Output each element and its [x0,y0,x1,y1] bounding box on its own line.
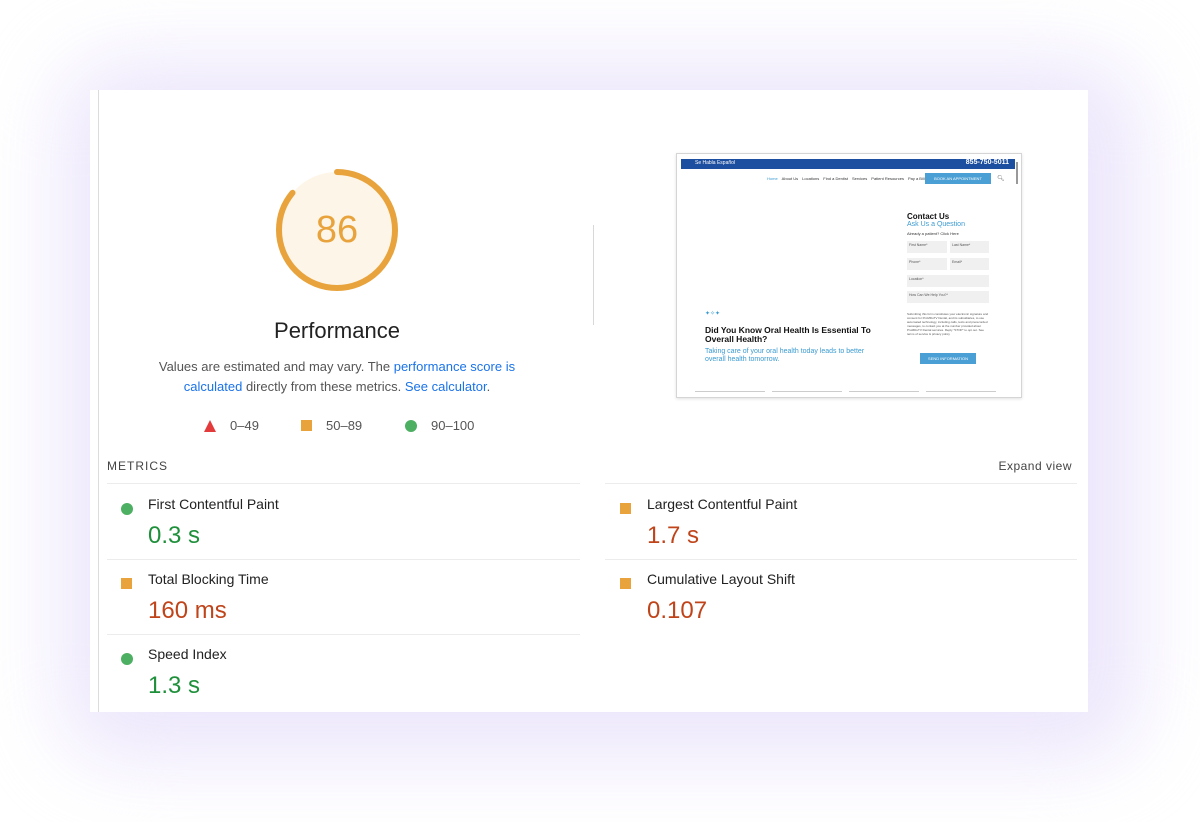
thumb-phone: 855-750-5011 [965,159,1009,166]
thumb-headline: Did You Know Oral Health Is Essential To… [705,325,871,344]
thumb-nav-item: Locations [802,176,820,181]
metric-name: Speed Index [148,646,227,662]
thumb-field: First Name* [907,241,947,253]
square-icon [620,503,631,514]
vertical-divider [593,225,594,325]
metric-value: 0.3 s [148,522,201,549]
metric-total-blocking-time: Total Blocking Time 160 ms [107,563,577,638]
circle-icon [405,419,417,432]
thumb-nav-item: About Us [781,176,799,181]
thumb-field: Phone* [907,258,947,270]
thumb-divider [695,391,765,392]
metric-largest-contentful-paint: Largest Contentful Paint 1.7 s [606,488,1076,563]
thumb-nav-item: Patient Resources [871,176,904,181]
thumb-consent-text: Submitting this form constitutes your el… [907,312,989,336]
performance-title: Performance [274,318,400,343]
metric-value: 1.3 s [148,672,201,699]
square-icon [620,578,631,589]
thumb-field: Email* [950,258,989,270]
metric-cumulative-layout-shift: Cumulative Layout Shift 0.107 [606,563,1076,638]
thumb-nav-item: Home [767,176,778,181]
metrics-divider [605,483,1077,484]
thumb-already-patient: Already a patient? Click Here [907,231,959,236]
thumb-nav-item: Find a Dentist [823,176,848,181]
metric-name: Total Blocking Time [148,571,269,587]
legend-item-average: 50–89 [301,418,362,433]
thumb-contact-title: Contact Us [907,212,950,221]
metrics-divider [107,483,580,484]
desc-prefix: Values are estimated and may vary. The [158,359,394,374]
metric-name: Largest Contentful Paint [647,496,798,512]
thumb-field: How Can We Help You?* [907,291,989,303]
thumb-submit-button: SEND INFORMATION [920,353,976,364]
thumb-book-button: BOOK AN APPOINTMENT [925,173,991,184]
legend-range: 50–89 [326,418,363,433]
thumb-lang: Se Habla Español [695,160,736,166]
legend-range: 0–49 [230,418,259,433]
card-left-edge [98,90,99,712]
desc-middle: directly from these metrics. [242,379,405,394]
legend-item-fail: 0–49 [204,418,259,433]
triangle-icon [204,419,216,432]
thumb-divider [849,391,919,392]
metric-name: Cumulative Layout Shift [647,571,795,587]
metric-first-contentful-paint: First Contentful Paint 0.3 s [107,488,577,563]
metrics-divider [107,634,580,635]
thumb-nav-item: Services [851,176,868,181]
thumb-scrollbar [1016,162,1018,184]
metrics-divider [605,559,1077,560]
performance-gauge: 86 [274,167,400,293]
metric-value: 1.7 s [647,522,700,549]
thumb-nav-item: Pay a Bill [907,176,925,181]
metric-value: 160 ms [148,597,227,624]
metrics-divider [107,559,580,560]
thumb-field: Last Name* [950,241,989,253]
desc-suffix: . [486,379,491,394]
page-screenshot-thumbnail[interactable]: Se Habla Español 855-750-5011 Home About … [676,153,1022,398]
thumb-nav: Home About Us Locations Find a Dentist Servi… [767,176,929,181]
expand-view-toggle[interactable]: Expand view [950,459,1072,473]
thumb-divider [772,391,842,392]
score-legend: 0–49 50–89 90–100 [90,418,1088,438]
square-icon [301,420,312,431]
performance-description: Values are estimated and may vary. The p… [152,357,522,397]
thumb-ask-title: Ask Us a Question [907,221,965,228]
metrics-label: METRICS [107,459,168,473]
metric-value: 0.107 [647,597,708,624]
metric-speed-index: Speed Index 1.3 s [107,638,577,712]
thumb-subheadline: Taking care of your oral health today le… [705,348,865,363]
metric-name: First Contentful Paint [148,496,279,512]
square-icon [121,578,132,589]
see-calculator-link[interactable]: See calculator [405,379,487,394]
report-card: 86 Performance Values are estimated and … [90,90,1088,712]
thumb-sparkles: ✦✧✦ [705,311,721,317]
thumb-field: Location* [907,275,989,287]
circle-icon [121,653,133,665]
search-icon: 🔍︎ [997,176,1005,182]
legend-item-pass: 90–100 [405,418,474,433]
circle-icon [121,503,133,515]
thumb-divider [926,391,996,392]
score-value: 86 [315,208,359,251]
legend-range: 90–100 [431,418,475,433]
thumb-topbar: Se Habla Español 855-750-5011 [681,159,1015,169]
